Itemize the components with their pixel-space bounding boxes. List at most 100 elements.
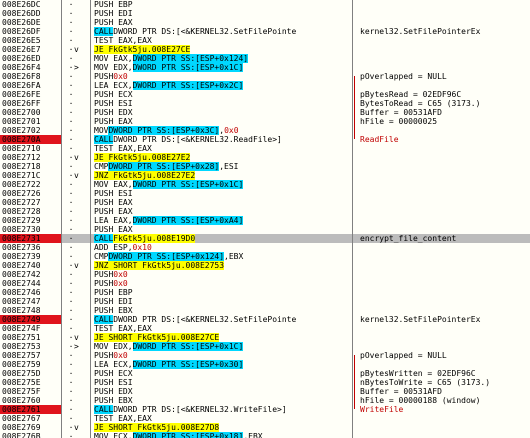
disasm-row[interactable]: 008E2749 · CALL DWORD PTR DS:[<&KERNEL32.S… [0, 315, 530, 324]
address-cell[interactable]: 008E2760 [0, 396, 61, 405]
instruction-cell[interactable]: LEA ECX,DWORD PTR SS:[ESP+0x2C] [94, 81, 244, 90]
address-cell[interactable]: 008E26FF [0, 99, 61, 108]
address-cell[interactable]: 008E2757 [0, 351, 61, 360]
address-cell[interactable]: 008E2769 [0, 423, 61, 432]
instruction-cell[interactable]: MOV EDX,DWORD PTR SS:[ESP+0x1C] [94, 63, 244, 72]
instruction-cell[interactable]: JE SHORT FkGtk5ju.008E27D8 [94, 423, 220, 432]
address-cell[interactable]: 008E2748 [0, 306, 61, 315]
instruction-cell[interactable]: PUSH EAX [94, 198, 133, 207]
instruction-cell[interactable]: PUSH 0x0 [94, 351, 128, 360]
instruction-cell[interactable]: CALL DWORD PTR DS:[<&KERNEL32.ReadFile>] [94, 135, 282, 144]
instruction-cell[interactable]: CALL DWORD PTR DS:[<&KERNEL32.SetFilePoi… [94, 315, 296, 324]
disasm-row[interactable]: 008E26DC · PUSH EBP [0, 0, 530, 9]
address-cell[interactable]: 008E2718 [0, 162, 61, 171]
instruction-cell[interactable]: ADD ESP,0x10 [94, 243, 152, 252]
address-cell[interactable]: 008E2744 [0, 279, 61, 288]
address-cell[interactable]: 008E26F4 [0, 63, 61, 72]
disasm-row[interactable]: 008E26DF · CALL DWORD PTR DS:[<&KERNEL32.S… [0, 27, 530, 36]
address-cell[interactable]: 008E26DD [0, 9, 61, 18]
disasm-row[interactable]: 008E2760 · PUSH EBX hFile = 00000188 (windo… [0, 396, 530, 405]
address-cell[interactable]: 008E2701 [0, 117, 61, 126]
disasm-row[interactable]: 008E275E · PUSH ESI nBytesToWrite = C65 (31… [0, 378, 530, 387]
disasm-row[interactable]: 008E2729 · LEA EAX,DWORD PTR SS:[ESP+0xA4] [0, 216, 530, 225]
instruction-cell[interactable]: PUSH EBX [94, 396, 133, 405]
address-cell[interactable]: 008E2753 [0, 342, 61, 351]
instruction-cell[interactable]: PUSH EDX [94, 108, 133, 117]
disasm-row[interactable]: 008E26FE · PUSH ECX pBytesRead = 02EDF96C [0, 90, 530, 99]
instruction-cell[interactable]: CALL DWORD PTR DS:[<&KERNEL32.SetFilePoi… [94, 27, 296, 36]
instruction-cell[interactable]: LEA ECX,DWORD PTR SS:[ESP+0x30] [94, 360, 244, 369]
address-cell[interactable]: 008E275F [0, 387, 61, 396]
address-cell[interactable]: 008E2722 [0, 180, 61, 189]
address-cell[interactable]: 008E2759 [0, 360, 61, 369]
disasm-row[interactable]: 008E2710 · TEST EAX,EAX [0, 144, 530, 153]
disasm-row[interactable]: 008E2748 · PUSH EBX [0, 306, 530, 315]
instruction-cell[interactable]: TEST EAX,EAX [94, 324, 152, 333]
instruction-cell[interactable]: MOV EAX,DWORD PTR SS:[ESP+0x1C] [94, 180, 244, 189]
instruction-cell[interactable]: MOV EDX,DWORD PTR SS:[ESP+0x1C] [94, 342, 244, 351]
disasm-row[interactable]: 008E26ED · MOV EAX,DWORD PTR SS:[ESP+0x124… [0, 54, 530, 63]
instruction-cell[interactable]: TEST EAX,EAX [94, 414, 152, 423]
instruction-cell[interactable]: PUSH EBP [94, 0, 133, 9]
disasm-row[interactable]: 008E2769 · v JE SHORT FkGtk5ju.008E27D8 [0, 423, 530, 432]
instruction-cell[interactable]: PUSH 0x0 [94, 72, 128, 81]
address-cell[interactable]: 008E270A [0, 135, 61, 144]
disasm-row[interactable]: 008E2761 · CALL DWORD PTR DS:[<&KERNEL32.W… [0, 405, 530, 414]
instruction-cell[interactable]: CALL DWORD PTR DS:[<&KERNEL32.WriteFile>… [94, 405, 287, 414]
address-cell[interactable]: 008E26ED [0, 54, 61, 63]
address-cell[interactable]: 008E275E [0, 378, 61, 387]
disasm-row[interactable]: 008E2712 · v JE FkGtk5ju.008E27E2 [0, 153, 530, 162]
instruction-cell[interactable]: MOV EAX,DWORD PTR SS:[ESP+0x124] [94, 54, 249, 63]
disasm-row[interactable]: 008E2767 · TEST EAX,EAX [0, 414, 530, 423]
address-cell[interactable]: 008E2726 [0, 189, 61, 198]
address-cell[interactable]: 008E2730 [0, 225, 61, 234]
instruction-cell[interactable]: PUSH 0x0 [94, 279, 128, 288]
disasm-row[interactable]: 008E2744 · PUSH 0x0 [0, 279, 530, 288]
disasm-row[interactable]: 008E2747 · PUSH EDI [0, 297, 530, 306]
instruction-cell[interactable]: MOV DWORD PTR SS:[ESP+0x3C],0x0 [94, 126, 239, 135]
instruction-cell[interactable]: PUSH ESI [94, 189, 133, 198]
address-cell[interactable]: 008E2739 [0, 252, 61, 261]
instruction-cell[interactable]: JE FkGtk5ju.008E27CE [94, 45, 191, 54]
disasm-row[interactable]: 008E26DE · PUSH EAX [0, 18, 530, 27]
disasm-row[interactable]: 008E2702 · MOV DWORD PTR SS:[ESP+0x3C],0x0 [0, 126, 530, 135]
address-cell[interactable]: 008E2731 [0, 234, 61, 243]
instruction-cell[interactable]: LEA EAX,DWORD PTR SS:[ESP+0xA4] [94, 216, 244, 225]
address-cell[interactable]: 008E274F [0, 324, 61, 333]
address-cell[interactable]: 008E2747 [0, 297, 61, 306]
disasm-row[interactable]: 008E2736 · ADD ESP,0x10 [0, 243, 530, 252]
disasm-row[interactable]: 008E2728 · PUSH EAX [0, 207, 530, 216]
address-cell[interactable]: 008E2749 [0, 315, 61, 324]
instruction-cell[interactable]: TEST EAX,EAX [94, 36, 152, 45]
instruction-cell[interactable]: PUSH EDI [94, 297, 133, 306]
disasm-row[interactable]: 008E26DD · PUSH EDI [0, 9, 530, 18]
address-cell[interactable]: 008E2736 [0, 243, 61, 252]
address-cell[interactable]: 008E2729 [0, 216, 61, 225]
instruction-cell[interactable]: CMP DWORD PTR SS:[ESP+0x28],ESI [94, 162, 239, 171]
address-cell[interactable]: 008E2740 [0, 261, 61, 270]
disasm-row[interactable]: 008E2722 · MOV EAX,DWORD PTR SS:[ESP+0x1C] [0, 180, 530, 189]
instruction-cell[interactable]: PUSH EBX [94, 306, 133, 315]
instruction-cell[interactable]: PUSH ECX [94, 90, 133, 99]
disasm-row[interactable]: 008E2759 · LEA ECX,DWORD PTR SS:[ESP+0x30] [0, 360, 530, 369]
instruction-cell[interactable]: PUSH ECX [94, 369, 133, 378]
address-cell[interactable]: 008E26E5 [0, 36, 61, 45]
address-cell[interactable]: 008E2727 [0, 198, 61, 207]
disasm-row[interactable]: 008E2731 · CALL FkGtk5ju.008E19D0 encrypt_f… [0, 234, 530, 243]
instruction-cell[interactable]: PUSH ESI [94, 378, 133, 387]
disasm-row[interactable]: 008E26E7 · v JE FkGtk5ju.008E27CE [0, 45, 530, 54]
instruction-cell[interactable]: PUSH EDX [94, 387, 133, 396]
instruction-cell[interactable]: JNZ FkGtk5ju.008E27E2 [94, 171, 196, 180]
instruction-cell[interactable]: CMP DWORD PTR SS:[ESP+0x124],EBX [94, 252, 243, 261]
address-cell[interactable]: 008E2710 [0, 144, 61, 153]
disasm-row[interactable]: 008E2753 · > MOV EDX,DWORD PTR SS:[ESP+0x1C… [0, 342, 530, 351]
address-cell[interactable]: 008E2728 [0, 207, 61, 216]
disasm-row[interactable]: 008E275D · PUSH ECX pBytesWritten = 02EDF96… [0, 369, 530, 378]
address-cell[interactable]: 008E26FE [0, 90, 61, 99]
address-cell[interactable]: 008E26E7 [0, 45, 61, 54]
disasm-row[interactable]: 008E26F4 · > MOV EDX,DWORD PTR SS:[ESP+0x1C… [0, 63, 530, 72]
instruction-cell[interactable]: PUSH EAX [94, 225, 133, 234]
disasm-row[interactable]: 008E276B · MOV ECX,DWORD PTR SS:[ESP+0x18]… [0, 432, 530, 438]
address-cell[interactable]: 008E2746 [0, 288, 61, 297]
instruction-cell[interactable]: PUSH EAX [94, 207, 133, 216]
